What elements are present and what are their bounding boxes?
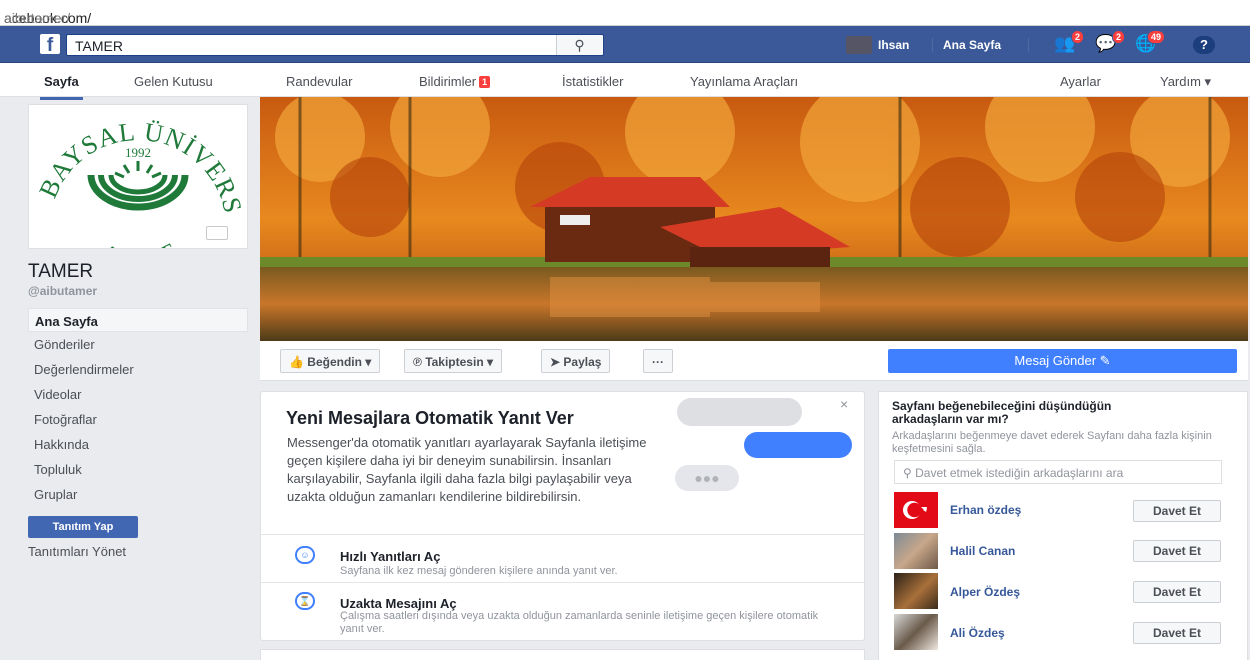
friend-name[interactable]: Halil Canan (950, 544, 1015, 558)
cover-image (260, 97, 1248, 341)
svg-text:ABANT: ABANT (96, 239, 180, 248)
send-message-button[interactable]: Mesaj Gönder ✎ (888, 349, 1237, 373)
search-button[interactable]: ⚲ (556, 35, 602, 55)
auto-reply-description: Messenger'da otomatik yanıtları ayarlaya… (287, 435, 647, 504)
rss-icon: ℗ (413, 355, 422, 369)
help-icon[interactable]: ? (1193, 36, 1215, 54)
invite-title: Sayfanı beğenebileceğini düşündüğün arka… (892, 399, 1112, 426)
friend-name[interactable]: Ali Özdeş (950, 626, 1005, 640)
profile-link[interactable]: Ihsan (878, 38, 909, 52)
cover-photo[interactable] (260, 97, 1248, 341)
notifications-count-badge: 1 (479, 76, 491, 88)
friend-requests-badge: 2 (1070, 30, 1084, 44)
manage-promotions-link[interactable]: Tanıtımları Yönet (28, 544, 126, 559)
invite-subtitle: Arkadaşlarını beğenmeye davet ederek Say… (892, 430, 1212, 455)
profile-avatar[interactable] (846, 36, 872, 54)
typing-indicator-icon: ●●● (675, 465, 739, 491)
tab-appointments[interactable]: Randevular (286, 74, 353, 89)
follow-label: Takiptesin ▾ (425, 355, 494, 369)
top-navigation-bar: f TAMER ⚲ Ihsan Ana Sayfa 👥 2 💬 2 🌐 49 ? (0, 26, 1250, 63)
away-message-title[interactable]: Uzakta Mesajını Aç (340, 596, 457, 611)
tab-publishing-tools[interactable]: Yayınlama Araçları (690, 74, 798, 89)
friend-avatar[interactable] (894, 573, 938, 609)
tab-notifications[interactable]: Bildirimler 1 (419, 74, 491, 89)
tab-insights[interactable]: İstatistikler (562, 74, 623, 89)
friend-name[interactable]: Erhan özdeş (950, 503, 1021, 517)
friend-requests-icon[interactable]: 👥 2 (1052, 30, 1084, 56)
page-tabs: Sayfa Gelen Kutusu Randevular Bildirimle… (0, 63, 1250, 100)
magnifier-icon: ⚲ (574, 37, 585, 53)
chat-bubble-illustration (744, 432, 852, 458)
share-arrow-icon: ➤ (550, 355, 561, 369)
friend-avatar[interactable] (894, 614, 938, 650)
auto-reply-title: Yeni Mesajlara Otomatik Yanıt Ver (286, 408, 574, 428)
help-menu[interactable]: Yardım ▾ (1160, 74, 1211, 90)
sidebar-item-reviews[interactable]: Değerlendirmeler (28, 357, 248, 381)
quick-replies-subtitle: Sayfana ilk kez mesaj gönderen kişilere … (340, 565, 618, 577)
invite-button[interactable]: Davet Et (1133, 622, 1221, 644)
sidebar-item-home[interactable]: Ana Sayfa (28, 308, 248, 332)
invite-search-input[interactable]: ⚲ Davet etmek istediğin arkadaşlarını ar… (894, 460, 1222, 484)
composer-card (260, 649, 865, 660)
seal-year: 1992 (125, 145, 151, 160)
follow-button[interactable]: ℗ Takiptesin ▾ (404, 349, 503, 373)
tab-page[interactable]: Sayfa (40, 74, 83, 100)
friend-avatar[interactable] (894, 492, 938, 528)
chat-bubble-illustration (677, 398, 802, 426)
tab-inbox[interactable]: Gelen Kutusu (134, 74, 213, 89)
home-link[interactable]: Ana Sayfa (943, 38, 1001, 52)
friend-name[interactable]: Alper Özdeş (950, 585, 1020, 599)
more-options-button[interactable]: ··· (643, 349, 673, 373)
turkish-flag-icon (903, 501, 927, 519)
friend-avatar[interactable] (894, 533, 938, 569)
seal-bottom-text: ABANT (96, 239, 180, 274)
like-label: Beğendin ▾ (307, 355, 372, 369)
quick-replies-title[interactable]: Hızlı Yanıtları Aç (340, 549, 440, 564)
sidebar-item-groups[interactable]: Gruplar (28, 482, 248, 506)
browser-url-bar[interactable]: acebook.com/aibutamer/ (0, 0, 1250, 26)
quick-reply-icon: ☺ (295, 546, 315, 564)
page-name: TAMER (28, 261, 94, 282)
sidebar-item-about[interactable]: Hakkında (28, 432, 248, 456)
messages-badge: 2 (1111, 30, 1125, 44)
divider (932, 38, 933, 52)
invite-button[interactable]: Davet Et (1133, 540, 1221, 562)
notifications-badge: 49 (1146, 30, 1165, 44)
divider (261, 534, 864, 535)
sidebar-item-posts[interactable]: Gönderiler (28, 332, 248, 356)
camera-icon[interactable] (206, 226, 228, 240)
settings-link[interactable]: Ayarlar (1060, 74, 1101, 89)
sidebar-item-community[interactable]: Topluluk (28, 457, 248, 481)
away-message-subtitle: Çalışma saatleri dışında veya uzakta old… (340, 610, 819, 635)
sidebar-item-photos[interactable]: Fotoğraflar (28, 407, 248, 431)
share-label: Paylaş (563, 355, 602, 369)
messages-icon[interactable]: 💬 2 (1093, 30, 1125, 56)
like-button[interactable]: 👍 Beğendin ▾ (280, 349, 381, 373)
promote-button[interactable]: Tanıtım Yap (28, 516, 138, 538)
url-path: aibutamer/ (4, 10, 71, 26)
sidebar-item-videos[interactable]: Videolar (28, 382, 248, 406)
invite-search-placeholder: Davet etmek istediğin arkadaşlarını ara (915, 466, 1124, 480)
divider (261, 582, 864, 583)
tab-notifications-label: Bildirimler (419, 74, 477, 89)
thumbs-up-icon: 👍 (289, 355, 304, 369)
search-icon: ⚲ (903, 466, 912, 480)
page-username: @aibutamer (28, 284, 98, 298)
invite-button[interactable]: Davet Et (1133, 581, 1221, 603)
facebook-logo-icon[interactable]: f (40, 34, 60, 56)
search-input[interactable]: TAMER (66, 34, 604, 56)
notifications-icon[interactable]: 🌐 49 (1133, 30, 1165, 56)
away-message-icon: ⌛ (295, 592, 315, 610)
close-icon[interactable]: × (840, 396, 848, 412)
divider (1028, 38, 1029, 52)
invite-button[interactable]: Davet Et (1133, 500, 1221, 522)
share-button[interactable]: ➤ Paylaş (541, 349, 611, 373)
